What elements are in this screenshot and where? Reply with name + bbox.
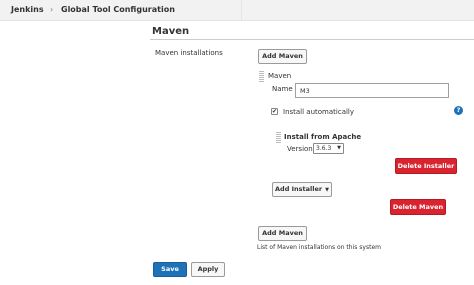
save-button[interactable]: Save: [153, 262, 187, 277]
add-maven-button[interactable]: Add Maven: [258, 49, 307, 64]
add-installer-button[interactable]: Add Installer ▼: [272, 182, 332, 197]
add-maven-bottom-button[interactable]: Add Maven: [258, 226, 307, 241]
version-value: 3.6.3: [316, 145, 332, 152]
breadcrumb-jenkins[interactable]: Jenkins: [11, 5, 44, 14]
breadcrumb-current[interactable]: Global Tool Configuration: [61, 5, 175, 14]
name-input[interactable]: [295, 83, 449, 98]
breadcrumb-separator-icon: ›: [50, 5, 54, 14]
topbar-divider: [241, 0, 242, 21]
caret-down-icon: ▼: [337, 145, 341, 151]
maven-entry-header: Maven: [268, 72, 292, 80]
installations-description: List of Maven installations on this syst…: [257, 244, 381, 251]
version-label: Version: [287, 145, 313, 153]
add-installer-caret-icon: ▼: [325, 187, 329, 193]
help-icon[interactable]: ?: [454, 106, 463, 115]
delete-installer-button[interactable]: Delete Installer: [395, 158, 457, 174]
delete-maven-button[interactable]: Delete Maven: [390, 199, 446, 215]
drag-handle-icon[interactable]: [259, 71, 264, 82]
section-title: Maven: [152, 26, 190, 37]
apply-button[interactable]: Apply: [191, 262, 225, 277]
check-icon: ✔: [272, 108, 278, 115]
side-panel: [0, 22, 140, 285]
install-automatically-checkbox[interactable]: ✔: [271, 108, 278, 115]
install-from-apache-header: Install from Apache: [284, 133, 362, 141]
add-installer-label: Add Installer: [275, 185, 323, 193]
installer-drag-handle-icon[interactable]: [276, 132, 281, 143]
name-label: Name: [272, 85, 293, 93]
install-automatically-label: Install automatically: [283, 108, 355, 116]
top-bar: Jenkins › Global Tool Configuration: [0, 0, 474, 21]
version-select[interactable]: 3.6.3 ▼: [313, 143, 344, 154]
maven-installations-label: Maven installations: [155, 49, 223, 57]
section-divider: [150, 39, 474, 40]
